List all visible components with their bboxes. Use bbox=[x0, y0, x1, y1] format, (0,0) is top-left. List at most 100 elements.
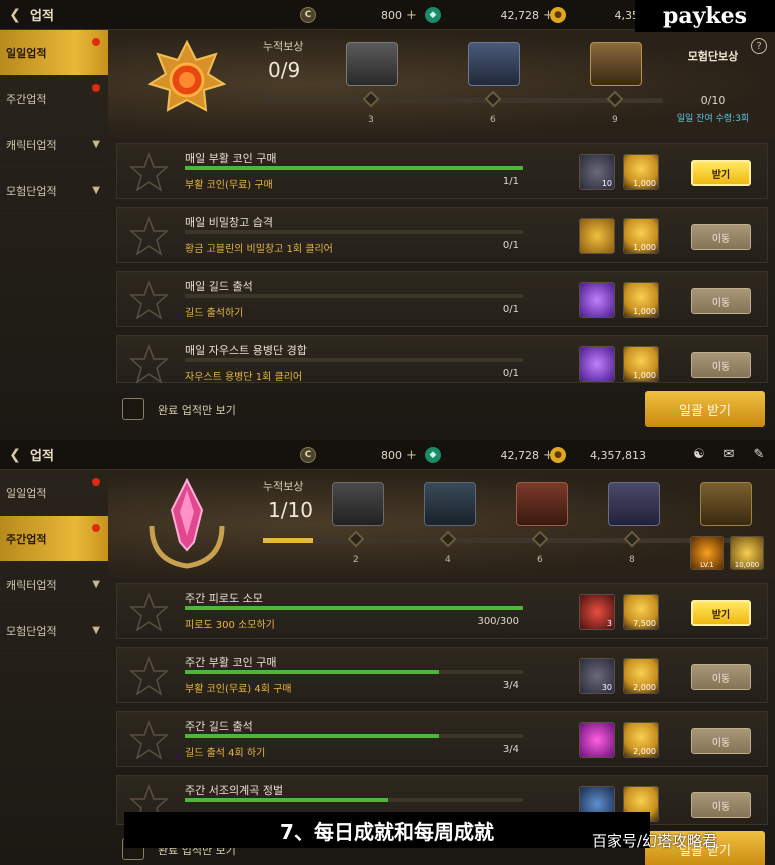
chevron-down-icon: ▼ bbox=[92, 579, 100, 590]
help-icon[interactable]: ? bbox=[751, 38, 767, 54]
sidebar-item-character[interactable]: 캐릭터업적 ▼ bbox=[0, 122, 108, 168]
milestone-marker bbox=[531, 530, 549, 548]
goto-button[interactable]: 이동 bbox=[691, 224, 751, 250]
gold-reward-icon[interactable]: 10,000 bbox=[730, 536, 764, 570]
claim-button[interactable]: 받기 bbox=[691, 160, 751, 186]
gold-reward-icon[interactable]: 1,000 bbox=[623, 282, 659, 318]
sidebar-item-daily[interactable]: 일일업적 bbox=[0, 470, 108, 516]
gold-reward-icon[interactable]: 2,000 bbox=[623, 658, 659, 694]
revive-coin-reward-icon[interactable]: 30 bbox=[579, 658, 615, 694]
revive-coin-reward-icon[interactable]: 10 bbox=[579, 154, 615, 190]
chest-icon[interactable] bbox=[346, 42, 398, 86]
notification-dot bbox=[92, 524, 100, 532]
chest-icon[interactable] bbox=[516, 482, 568, 526]
purple-orb-reward-icon[interactable] bbox=[579, 282, 615, 318]
achievement-progress-bar bbox=[185, 358, 523, 362]
bread-icon[interactable]: ☯ bbox=[689, 445, 709, 463]
achievement-star-icon bbox=[129, 344, 169, 384]
achievement-name: 매일 길드 출석 bbox=[185, 280, 253, 293]
gold-coin-icon: ● bbox=[550, 447, 566, 463]
adventure-party-reward[interactable]: 모험단보상 0/10 일일 잔여 수령:3회 bbox=[663, 40, 763, 130]
milestone-label: 3 bbox=[368, 115, 374, 125]
add-coin-button[interactable]: + bbox=[406, 8, 417, 23]
sun-medal-icon bbox=[148, 40, 226, 112]
achievement-row: 주간 부활 코인 구매 부활 코인(무료) 4회 구매 3/4 30 2,000… bbox=[116, 647, 768, 703]
back-arrow-icon[interactable]: ❮ bbox=[4, 0, 26, 30]
achievement-row: 주간 길드 출석 길드 출석 4회 하기 3/4 2,000 이동 bbox=[116, 711, 768, 767]
achievement-star-icon bbox=[129, 720, 169, 760]
gold-currency: ● 4,357 bbox=[550, 5, 646, 25]
milestone-marker bbox=[484, 90, 502, 108]
category-sidebar: 일일업적 주간업적 캐릭터업적 ▼ 모험단업적 ▼ bbox=[0, 30, 108, 214]
achievement-name: 매일 부활 코인 구매 bbox=[185, 152, 277, 165]
sidebar-item-weekly[interactable]: 주간업적 bbox=[0, 76, 108, 122]
achievement-desc: 길드 출석 4회 하기 bbox=[185, 748, 266, 759]
achievement-name: 주간 길드 출석 bbox=[185, 720, 253, 733]
achievement-desc: 부활 코인(무료) 구매 bbox=[185, 180, 273, 191]
achievement-star-icon bbox=[129, 152, 169, 192]
green-gem-icon: ◆ bbox=[425, 447, 441, 463]
claim-button[interactable]: 받기 bbox=[691, 600, 751, 626]
level-reward-icon[interactable]: LV.1 bbox=[690, 536, 724, 570]
chest-icon[interactable] bbox=[700, 482, 752, 526]
achievement-desc: 길드 출석하기 bbox=[185, 308, 244, 319]
gold-reward-icon[interactable]: 1,000 bbox=[623, 346, 659, 382]
achievement-progress-bar bbox=[185, 670, 523, 674]
chest-icon[interactable] bbox=[590, 42, 642, 86]
achievement-desc: 피로도 300 소모하기 bbox=[185, 620, 275, 631]
achievement-progress-bar bbox=[185, 798, 523, 802]
achievement-desc: 자우스트 용병단 1회 클리어 bbox=[185, 372, 303, 383]
goto-button[interactable]: 이동 bbox=[691, 792, 751, 818]
achievement-star-icon bbox=[129, 216, 169, 256]
mail-icon[interactable]: ✉ bbox=[719, 445, 739, 463]
achievement-star-icon bbox=[129, 280, 169, 320]
gold-reward-icon[interactable]: 1,000 bbox=[623, 154, 659, 190]
sidebar-item-adventure[interactable]: 모험단업적 ▼ bbox=[0, 168, 108, 214]
sidebar-item-adventure[interactable]: 모험단업적 ▼ bbox=[0, 608, 108, 654]
progress-fill bbox=[263, 538, 313, 543]
caption-banner: 7、每日成就和每周成就 bbox=[124, 812, 650, 848]
add-coin-button[interactable]: + bbox=[406, 448, 417, 463]
achievement-row: 매일 비밀창고 습격 황금 고블린의 비밀창고 1회 클리어 0/1 1,000… bbox=[116, 207, 768, 263]
accumulated-count: 1/10 bbox=[268, 498, 313, 522]
achievement-desc: 부활 코인(무료) 4회 구매 bbox=[185, 684, 292, 695]
chest-icon[interactable] bbox=[332, 482, 384, 526]
achievement-progress-text: 3/4 bbox=[502, 744, 519, 755]
chat-icon[interactable]: ✎ bbox=[749, 445, 769, 463]
fatigue-potion-reward-icon[interactable]: 3 bbox=[579, 594, 615, 630]
sidebar-item-character[interactable]: 캐릭터업적 ▼ bbox=[0, 562, 108, 608]
sidebar-item-daily[interactable]: 일일업적 bbox=[0, 30, 108, 76]
claim-all-button[interactable]: 일괄 받기 bbox=[645, 391, 765, 427]
accumulated-reward-label: 누적보상 bbox=[263, 480, 304, 493]
chest-icon[interactable] bbox=[608, 482, 660, 526]
gold-reward-icon[interactable]: 1,000 bbox=[623, 218, 659, 254]
purple-orb-reward-icon[interactable] bbox=[579, 722, 615, 758]
achievement-progress-bar bbox=[185, 734, 523, 738]
sidebar-item-weekly[interactable]: 주간업적 bbox=[0, 516, 108, 562]
achievement-desc: 황금 고블린의 비밀창고 1회 클리어 bbox=[185, 244, 333, 255]
chest-icon[interactable] bbox=[468, 42, 520, 86]
milestone-marker bbox=[623, 530, 641, 548]
achievement-star-icon bbox=[129, 592, 169, 632]
milestone-marker bbox=[439, 530, 457, 548]
notification-dot bbox=[92, 38, 100, 46]
purple-orb-reward-icon[interactable] bbox=[579, 346, 615, 382]
party-remaining-text: 일일 잔여 수령:3회 bbox=[676, 114, 750, 124]
completed-only-checkbox[interactable] bbox=[122, 398, 144, 420]
achievement-progress-bar bbox=[185, 166, 523, 170]
achievement-progress-bar bbox=[185, 294, 523, 298]
coin-c-currency: C 800 + bbox=[300, 445, 417, 465]
gold-reward-icon[interactable]: 7,500 bbox=[623, 594, 659, 630]
milestone-marker bbox=[347, 530, 365, 548]
gold-reward-icon[interactable]: 2,000 bbox=[623, 722, 659, 758]
goto-button[interactable]: 이동 bbox=[691, 288, 751, 314]
achievement-progress-text: 3/4 bbox=[502, 680, 519, 691]
goto-button[interactable]: 이동 bbox=[691, 664, 751, 690]
achievement-progress-bar bbox=[185, 230, 523, 234]
chest-icon[interactable] bbox=[424, 482, 476, 526]
goto-button[interactable]: 이동 bbox=[691, 728, 751, 754]
goto-button[interactable]: 이동 bbox=[691, 352, 751, 378]
green-gem-icon: ◆ bbox=[425, 7, 441, 23]
gold-bar-reward-icon[interactable] bbox=[579, 218, 615, 254]
back-arrow-icon[interactable]: ❮ bbox=[4, 440, 26, 470]
